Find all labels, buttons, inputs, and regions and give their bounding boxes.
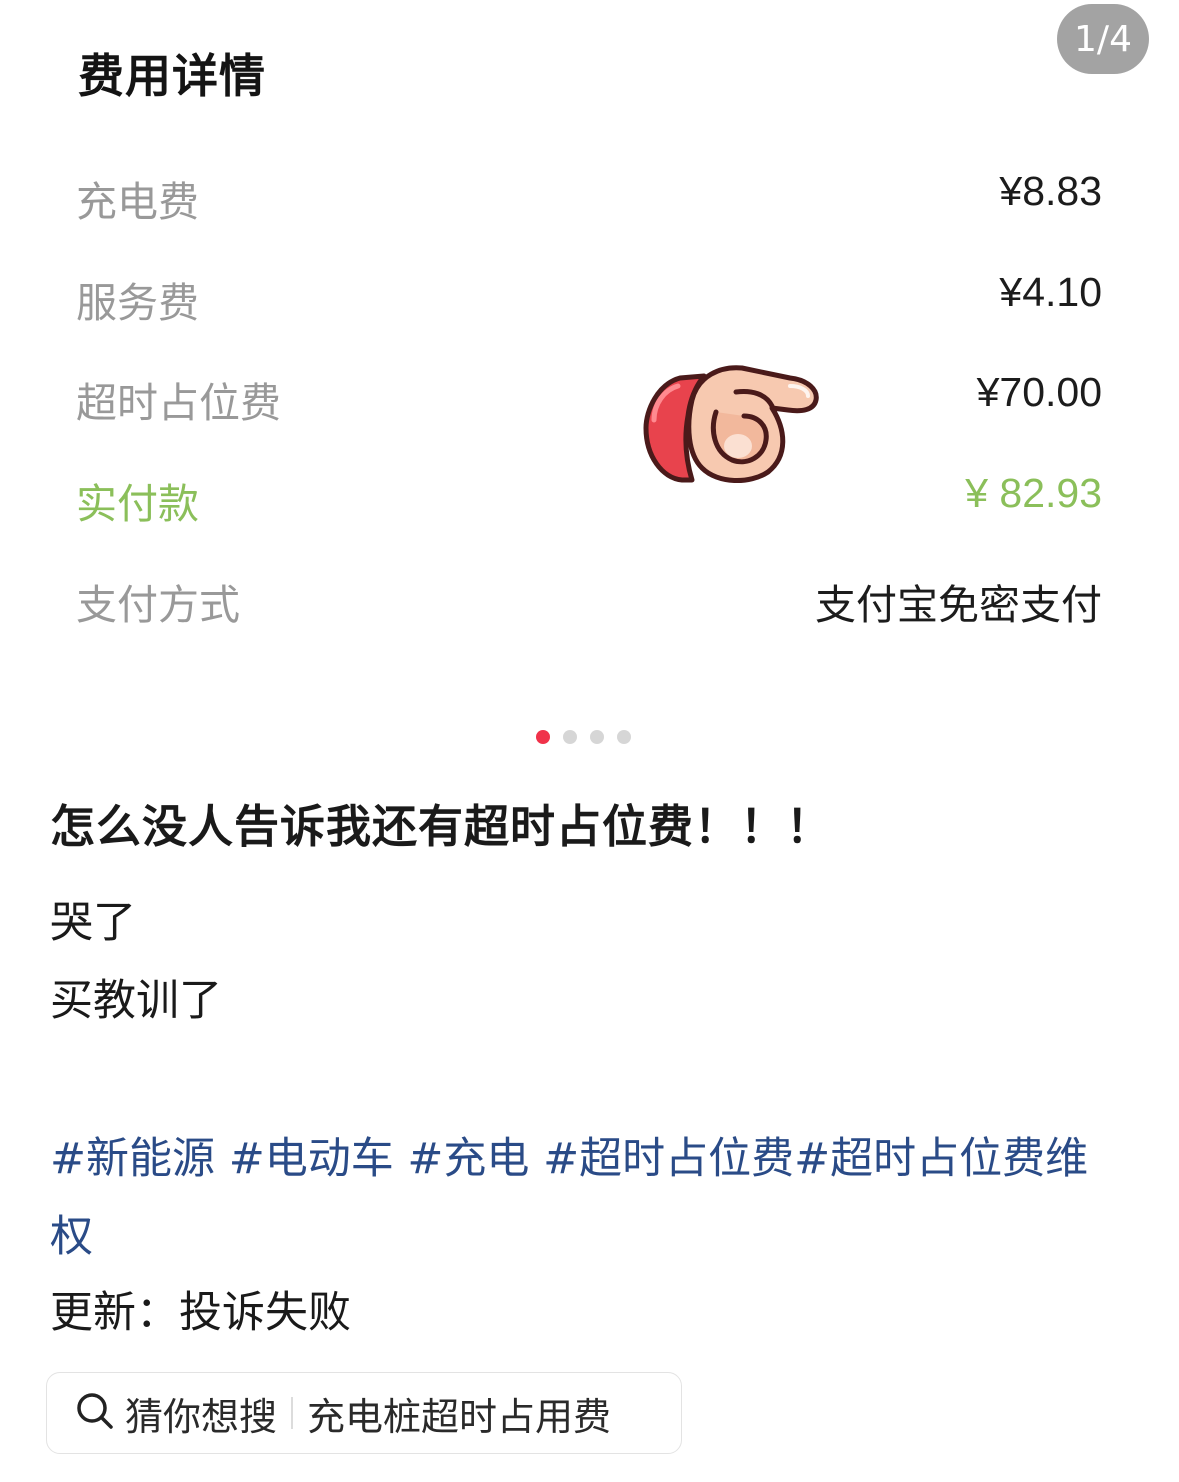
search-icon bbox=[75, 1391, 115, 1435]
fee-value-paid: ¥ 82.93 bbox=[965, 470, 1102, 516]
page-indicator-badge: 1/4 bbox=[1057, 4, 1149, 74]
fee-label-overtime: 超时占位费 bbox=[76, 379, 281, 427]
post-tags: #新能源 #电动车 #充电 #超时占位费#超时占位费维权 bbox=[50, 1120, 1130, 1276]
carousel-dot-4[interactable] bbox=[617, 730, 631, 744]
post-line-2: 买教训了 bbox=[50, 976, 222, 1026]
fee-value-overtime: ¥70.00 bbox=[976, 369, 1102, 415]
search-divider bbox=[291, 1397, 294, 1429]
hashtag-link[interactable]: #电动车 bbox=[229, 1134, 408, 1184]
fee-value-service: ¥4.10 bbox=[999, 269, 1102, 315]
search-suggestion-label: 猜你想搜 bbox=[125, 1394, 278, 1439]
hashtag-link[interactable]: #充电 bbox=[407, 1134, 543, 1184]
post-line-1: 哭了 bbox=[50, 898, 136, 948]
fee-label-service: 服务费 bbox=[76, 279, 199, 327]
carousel-dot-1[interactable] bbox=[536, 730, 550, 744]
fee-label-charging: 充电费 bbox=[76, 178, 199, 226]
page-title: 费用详情 bbox=[78, 49, 266, 103]
fee-label-paid: 实付款 bbox=[76, 480, 199, 528]
pointing-hand-icon bbox=[640, 360, 822, 486]
search-suggestion-box[interactable]: 猜你想搜 充电桩超时占用费 bbox=[46, 1372, 682, 1454]
post-update-line: 更新：投诉失败 bbox=[50, 1288, 351, 1338]
fee-value-payment-method: 支付宝免密支付 bbox=[815, 581, 1102, 629]
hashtag-link[interactable]: #超时占位费 bbox=[543, 1134, 794, 1184]
fee-value-charging: ¥8.83 bbox=[999, 168, 1102, 214]
post-title: 怎么没人告诉我还有超时占位费！！！ bbox=[50, 800, 833, 853]
carousel-dot-3[interactable] bbox=[590, 730, 604, 744]
carousel-indicator bbox=[536, 730, 631, 744]
fee-label-payment-method: 支付方式 bbox=[76, 581, 240, 629]
carousel-dot-2[interactable] bbox=[563, 730, 577, 744]
search-suggestion-query[interactable]: 充电桩超时占用费 bbox=[307, 1386, 611, 1441]
hashtag-link[interactable]: #新能源 bbox=[50, 1134, 229, 1184]
